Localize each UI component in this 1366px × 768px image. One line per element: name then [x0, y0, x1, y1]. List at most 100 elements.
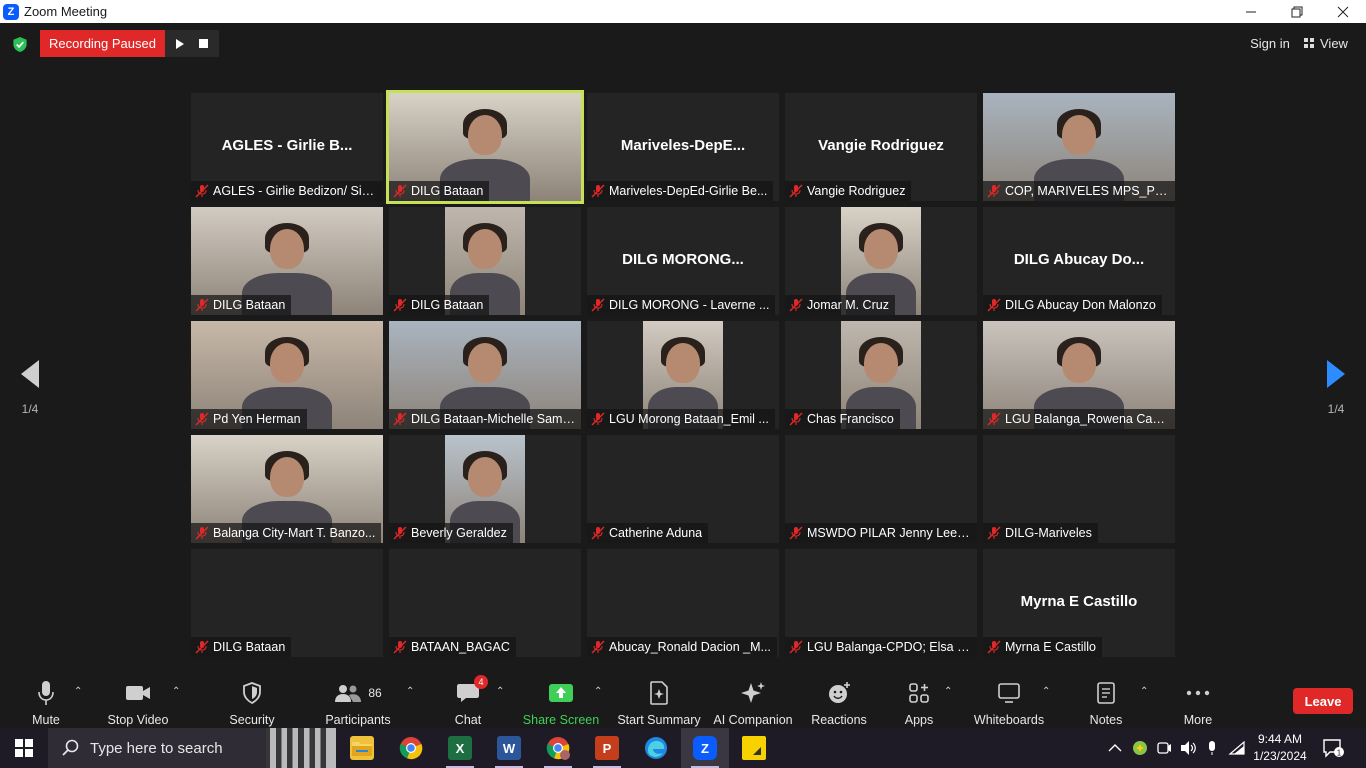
participant-tile[interactable]: DILG Abucay Do... DILG Abucay Don Malonzo: [983, 207, 1175, 315]
microphone-tray-icon[interactable]: [1206, 740, 1218, 756]
start-summary-button[interactable]: Start Summary: [616, 672, 702, 728]
more-label: More: [1183, 713, 1213, 727]
participant-tile[interactable]: Myrna E Castillo Myrna E Castillo: [983, 549, 1175, 657]
taskbar-edge[interactable]: [632, 728, 680, 768]
participant-tile[interactable]: MSWDO PILAR Jenny Lee C...: [785, 435, 977, 543]
taskbar-word[interactable]: W: [485, 728, 533, 768]
view-button[interactable]: View: [1304, 31, 1360, 55]
chat-options-caret-icon[interactable]: ⌃: [496, 686, 504, 697]
resume-recording-icon[interactable]: [176, 38, 185, 49]
person-silhouette: [666, 343, 700, 383]
previous-page-button[interactable]: 1/4: [10, 360, 50, 416]
restore-button[interactable]: [1274, 0, 1320, 23]
start-button[interactable]: [0, 728, 48, 768]
close-button[interactable]: [1320, 0, 1366, 23]
taskbar-search-box[interactable]: Type here to search: [48, 728, 336, 768]
muted-microphone-icon: [195, 526, 209, 540]
participant-tile[interactable]: DILG Bataan: [191, 549, 383, 657]
participant-tile[interactable]: DILG Bataan: [191, 207, 383, 315]
meet-now-icon[interactable]: [1156, 740, 1172, 756]
taskbar-zoom[interactable]: Z: [681, 728, 729, 768]
notification-center-button[interactable]: 1: [1322, 738, 1344, 763]
participant-name: Catherine Aduna: [609, 526, 703, 540]
taskbar-sticky-notes[interactable]: [730, 728, 778, 768]
participant-tile[interactable]: Beverly Geraldez: [389, 435, 581, 543]
participant-tile[interactable]: Catherine Aduna: [587, 435, 779, 543]
participant-tile[interactable]: Chas Francisco: [785, 321, 977, 429]
next-page-button[interactable]: 1/4: [1316, 360, 1356, 416]
apps-button[interactable]: Apps: [898, 672, 940, 728]
participant-display-name: Myrna E Castillo: [1020, 593, 1138, 610]
participant-name: Chas Francisco: [807, 412, 894, 426]
participant-tile[interactable]: Jomar M. Cruz: [785, 207, 977, 315]
apps-options-caret-icon[interactable]: ⌃: [944, 686, 952, 697]
stop-video-button[interactable]: Stop Video: [104, 672, 172, 728]
participant-tile[interactable]: DILG-Mariveles: [983, 435, 1175, 543]
whiteboards-options-caret-icon[interactable]: ⌃: [1042, 686, 1050, 697]
more-button[interactable]: More: [1178, 672, 1218, 728]
clock-time: 9:44 AM: [1257, 732, 1303, 746]
minimize-button[interactable]: [1228, 0, 1274, 23]
muted-microphone-icon: [789, 412, 803, 426]
ai-companion-button[interactable]: AI Companion: [712, 672, 794, 728]
search-icon: [62, 739, 79, 756]
muted-microphone-icon: [987, 412, 1001, 426]
participant-tile[interactable]: DILG Bataan: [386, 90, 584, 204]
encryption-shield-icon[interactable]: [12, 36, 28, 53]
participant-tile[interactable]: BATAAN_BAGAC: [389, 549, 581, 657]
muted-microphone-icon: [195, 412, 209, 426]
participant-display-name: DILG Abucay Do...: [1013, 251, 1145, 268]
show-hidden-icons-chevron-icon[interactable]: [1108, 743, 1122, 753]
participant-name: COP, MARIVELES MPS_PLT...: [1005, 184, 1169, 198]
chat-button[interactable]: 4 Chat: [446, 672, 490, 728]
participant-tile[interactable]: Balanga City-Mart T. Banzo...: [191, 435, 383, 543]
participants-button[interactable]: 86 Participants: [322, 672, 394, 728]
audio-options-caret-icon[interactable]: ⌃: [74, 686, 82, 697]
participant-tile[interactable]: AGLES - Girlie B... AGLES - Girlie Bedizo…: [191, 93, 383, 201]
wifi-icon[interactable]: [1228, 740, 1246, 756]
muted-microphone-icon: [393, 412, 407, 426]
participant-tile[interactable]: DILG Bataan-Michelle Sams...: [389, 321, 581, 429]
participant-tile[interactable]: LGU Balanga-CPDO; Elsa Il...: [785, 549, 977, 657]
taskbar-chrome[interactable]: [387, 728, 435, 768]
taskbar-clock[interactable]: 9:44 AM 1/23/2024: [1248, 731, 1312, 765]
tray-app-icon[interactable]: [1132, 740, 1148, 756]
participant-tile[interactable]: Mariveles-DepE... Mariveles-DepEd-Girlie …: [587, 93, 779, 201]
participants-options-caret-icon[interactable]: ⌃: [406, 686, 414, 697]
participant-tile[interactable]: LGU Balanga_Rowena Cabr...: [983, 321, 1175, 429]
security-button[interactable]: Security: [226, 672, 278, 728]
participant-tile[interactable]: Vangie Rodriguez Vangie Rodriguez: [785, 93, 977, 201]
speaker-volume-icon[interactable]: [1180, 740, 1198, 756]
participant-name: Balanga City-Mart T. Banzo...: [213, 526, 376, 540]
reactions-button[interactable]: Reactions: [810, 672, 868, 728]
word-icon: W: [497, 736, 521, 760]
participant-name: MSWDO PILAR Jenny Lee C...: [807, 526, 971, 540]
powerpoint-icon: P: [595, 736, 619, 760]
participant-tile[interactable]: DILG MORONG... DILG MORONG - Laverne ...: [587, 207, 779, 315]
participant-tile[interactable]: LGU Morong Bataan_Emil ...: [587, 321, 779, 429]
participant-tile[interactable]: Abucay_Ronald Dacion _M...: [587, 549, 779, 657]
mute-button[interactable]: Mute: [22, 672, 70, 728]
video-options-caret-icon[interactable]: ⌃: [172, 686, 180, 697]
participant-tile[interactable]: DILG Bataan: [389, 207, 581, 315]
taskbar-excel[interactable]: X: [436, 728, 484, 768]
share-options-caret-icon[interactable]: ⌃: [594, 686, 602, 697]
participant-name: Beverly Geraldez: [411, 526, 507, 540]
whiteboards-button[interactable]: Whiteboards: [974, 672, 1044, 728]
taskbar-file-explorer[interactable]: [338, 728, 386, 768]
sign-in-button[interactable]: Sign in: [1240, 31, 1300, 55]
arrow-left-icon: [21, 360, 39, 388]
stop-recording-icon[interactable]: [198, 39, 208, 48]
taskbar-powerpoint[interactable]: P: [583, 728, 631, 768]
leave-button[interactable]: Leave: [1293, 688, 1353, 714]
share-screen-button[interactable]: Share Screen: [523, 672, 599, 728]
whiteboards-label: Whiteboards: [973, 713, 1045, 727]
page-indicator-left: 1/4: [21, 402, 39, 416]
participant-name: LGU Balanga-CPDO; Elsa Il...: [807, 640, 971, 654]
taskbar-chrome-profile[interactable]: [534, 728, 582, 768]
participant-tile[interactable]: Pd Yen Herman: [191, 321, 383, 429]
participant-tile[interactable]: COP, MARIVELES MPS_PLT...: [983, 93, 1175, 201]
notes-button[interactable]: Notes: [1086, 672, 1126, 728]
notes-options-caret-icon[interactable]: ⌃: [1140, 686, 1148, 697]
person-silhouette: [270, 457, 304, 497]
